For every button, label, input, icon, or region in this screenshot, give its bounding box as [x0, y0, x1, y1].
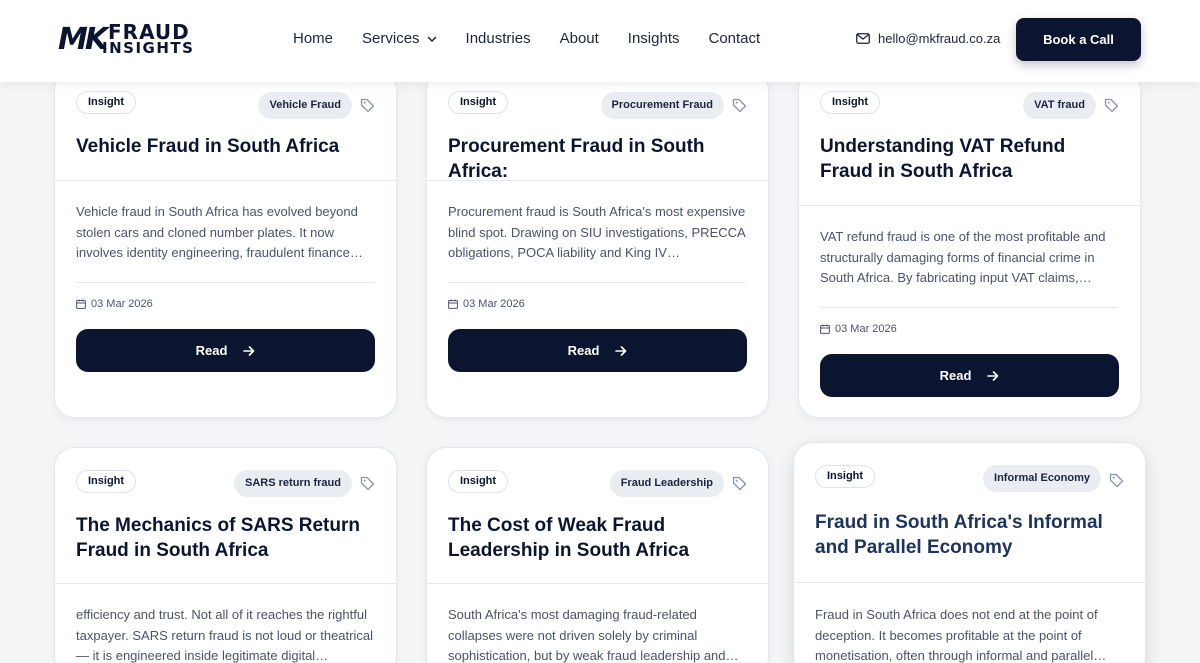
divider: [799, 205, 1140, 206]
insight-badge: Insight: [76, 470, 137, 493]
publish-date: 03 Mar 2026: [820, 323, 897, 335]
article-title[interactable]: Understanding VAT Refund Fraud in South …: [820, 134, 1122, 184]
tag-icon: [1104, 98, 1119, 113]
read-label: Read: [195, 343, 228, 358]
article-title[interactable]: The Mechanics of SARS Return Fraud in So…: [76, 513, 378, 563]
arrow-right-icon: [615, 345, 627, 356]
publish-date: 03 Mar 2026: [448, 298, 525, 310]
mail-icon: [856, 33, 870, 44]
insight-badge: Insight: [815, 465, 876, 488]
calendar-icon: [448, 299, 458, 309]
category-tag[interactable]: Vehicle Fraud: [258, 92, 352, 119]
main-nav: Home Services Industries About Insights …: [293, 30, 789, 47]
read-button[interactable]: Read: [448, 329, 747, 372]
article-excerpt: efficiency and trust. Not all of it reac…: [76, 607, 373, 663]
logo-word-insights: INSIGHTS: [102, 39, 195, 57]
tag-icon: [732, 98, 747, 113]
arrow-right-icon: [987, 370, 999, 381]
divider: [448, 282, 746, 283]
article-excerpt: South Africa's most damaging fraud-relat…: [448, 607, 739, 663]
category-tag[interactable]: VAT fraud: [1023, 92, 1096, 119]
nav-industries[interactable]: Industries: [466, 30, 531, 47]
publish-date: 03 Mar 2026: [76, 298, 153, 310]
divider: [427, 583, 768, 584]
calendar-icon: [820, 324, 830, 334]
arrow-right-icon: [243, 345, 255, 356]
category-tag[interactable]: Informal Economy: [983, 465, 1101, 492]
article-card: Insight VAT fraud Understanding VAT Refu…: [798, 70, 1141, 418]
nav-services-label: Services: [362, 30, 420, 47]
logo-mark: MK: [58, 22, 108, 57]
nav-about[interactable]: About: [560, 30, 599, 47]
article-card: Insight Vehicle Fraud Vehicle Fraud in S…: [54, 70, 397, 418]
book-call-button[interactable]: Book a Call: [1016, 18, 1141, 61]
date-text: 03 Mar 2026: [91, 298, 153, 310]
article-card: Insight SARS return fraud The Mechanics …: [54, 447, 397, 663]
divider: [55, 180, 396, 181]
calendar-icon: [76, 299, 86, 309]
article-title[interactable]: The Cost of Weak Fraud Leadership in Sou…: [448, 513, 750, 563]
insight-badge: Insight: [76, 91, 137, 114]
site-header: MK FRAUD INSIGHTS Home Services Industri…: [0, 0, 1200, 82]
email-link[interactable]: hello@mkfraud.co.za: [856, 31, 1000, 46]
date-text: 03 Mar 2026: [835, 323, 897, 335]
divider: [76, 282, 374, 283]
nav-home[interactable]: Home: [293, 30, 333, 47]
article-card: Insight Procurement Fraud Procurement Fr…: [426, 70, 769, 418]
article-excerpt: VAT refund fraud is one of the most prof…: [820, 229, 1106, 285]
insight-badge: Insight: [448, 470, 509, 493]
read-label: Read: [939, 368, 972, 383]
nav-services[interactable]: Services: [362, 30, 437, 47]
divider: [427, 180, 768, 181]
article-card: Insight Fraud Leadership The Cost of Wea…: [426, 447, 769, 663]
tag-icon: [1109, 473, 1124, 488]
chevron-down-icon: [427, 36, 436, 42]
nav-insights[interactable]: Insights: [628, 30, 680, 47]
tag-icon: [732, 476, 747, 491]
article-card: Insight Informal Economy Fraud in South …: [793, 442, 1146, 663]
read-button[interactable]: Read: [76, 329, 375, 372]
article-title[interactable]: Fraud in South Africa's Informal and Par…: [815, 510, 1117, 560]
article-title[interactable]: Vehicle Fraud in South Africa: [76, 134, 378, 159]
tag-icon: [360, 476, 375, 491]
nav-contact[interactable]: Contact: [709, 30, 761, 47]
read-button[interactable]: Read: [820, 354, 1119, 397]
article-title[interactable]: Procurement Fraud in South Africa:: [448, 134, 750, 184]
divider: [794, 582, 1145, 583]
date-text: 03 Mar 2026: [463, 298, 525, 310]
insight-badge: Insight: [820, 91, 881, 114]
divider: [820, 307, 1118, 308]
article-excerpt: Vehicle fraud in South Africa has evolve…: [76, 204, 363, 260]
insight-badge: Insight: [448, 91, 509, 114]
tag-icon: [360, 98, 375, 113]
site-logo[interactable]: MK FRAUD INSIGHTS: [58, 22, 204, 58]
read-label: Read: [567, 343, 600, 358]
category-tag[interactable]: Fraud Leadership: [609, 470, 724, 497]
article-excerpt: Fraud in South Africa does not end at th…: [815, 607, 1107, 663]
category-tag[interactable]: SARS return fraud: [234, 470, 352, 497]
article-excerpt: Procurement fraud is South Africa's most…: [448, 204, 746, 260]
divider: [55, 583, 396, 584]
category-tag[interactable]: Procurement Fraud: [600, 92, 724, 119]
email-text: hello@mkfraud.co.za: [878, 31, 1001, 46]
